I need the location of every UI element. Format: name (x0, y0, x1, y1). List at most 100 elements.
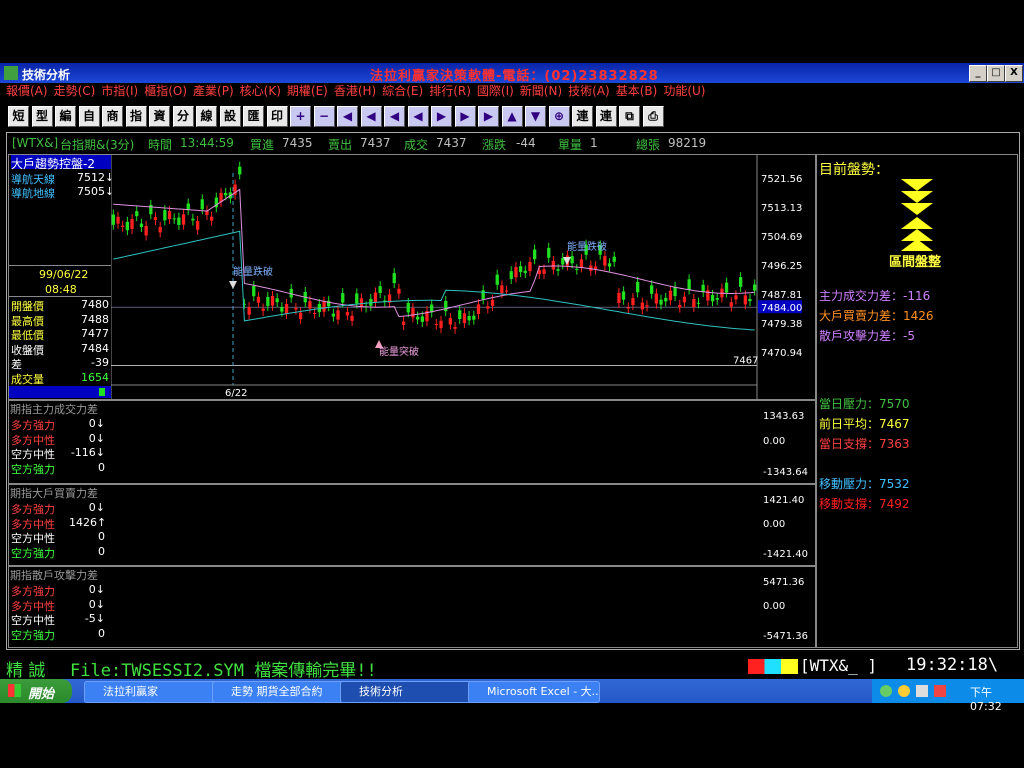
task-winner[interactable]: 法拉利贏家 (84, 681, 224, 703)
date-mark: 6/22 (225, 388, 247, 399)
menu-item[interactable]: 市指(I) (101, 83, 138, 100)
sub-row-value: 0↓ (88, 431, 105, 445)
sub-row-value: 0↓ (88, 501, 105, 514)
sub-axis-label: 0.00 (763, 436, 786, 447)
menu-item[interactable]: 功能(U) (663, 83, 705, 100)
menu-item[interactable]: 核心(K) (240, 83, 281, 100)
volume-icon[interactable] (916, 685, 928, 697)
toolbar-button[interactable]: 型 (31, 106, 53, 127)
toolbar-button[interactable]: 匯 (243, 106, 264, 127)
candle-body (256, 296, 261, 303)
candle-body (444, 300, 448, 312)
down-arrow-icon (229, 281, 237, 289)
candle-body (542, 269, 546, 274)
toolbar-button[interactable]: 資 (149, 106, 170, 127)
candle-body (308, 301, 312, 309)
toolbar-button[interactable]: ⧉ (619, 106, 640, 127)
toolbar-button[interactable]: ▶ (454, 106, 476, 127)
toolbar-button[interactable]: 線 (196, 106, 217, 127)
menu-item[interactable]: 基本(B) (616, 83, 658, 100)
indicator-title[interactable]: 大戶趨勢控盤-2 (11, 155, 111, 171)
level-item: 前日平均：7467 (819, 417, 910, 431)
sub-indicator-title[interactable]: 期指主力成交力差 (10, 401, 98, 417)
toolbar-button[interactable]: 分 (172, 106, 194, 127)
toolbar-button[interactable]: 連 (595, 106, 617, 127)
quote-value: 7488 (81, 312, 109, 326)
menu-item[interactable]: 櫃指(O) (144, 83, 187, 100)
toolbar-button[interactable]: 自 (78, 106, 100, 127)
status-symbol[interactable]: [WTX&_ ] (800, 656, 877, 675)
tray-icon[interactable] (880, 685, 892, 697)
toolbar-button[interactable]: ▶ (431, 106, 452, 127)
menu-item[interactable]: 報價(A) (6, 83, 48, 100)
toolbar-button[interactable]: ◀ (384, 106, 405, 127)
maximize-button[interactable]: □ (987, 65, 1005, 82)
candle-body (298, 312, 303, 320)
quote-value: 7477 (81, 327, 109, 340)
menu-item[interactable]: 香港(H) (334, 83, 376, 100)
candle-body (345, 312, 350, 316)
toolbar-button[interactable]: ▼ (525, 106, 546, 127)
candle-body (668, 290, 673, 301)
toolbar-button[interactable]: − (313, 106, 335, 127)
candle-body (135, 211, 139, 217)
menu-item[interactable]: 期權(E) (287, 83, 328, 100)
candle-body (406, 302, 410, 313)
big-trader-panel: 期指大戶買賣力差 多方強力 0↓ 多方中性 1426↑ 空方中性 0 空方強力 0 1421.40… (8, 484, 816, 566)
toolbar-button[interactable]: ◀ (337, 106, 358, 127)
toolbar-button[interactable]: ◀ (360, 106, 382, 127)
candle-body (401, 321, 406, 325)
menu-item[interactable]: 綜合(E) (382, 83, 423, 100)
toolbar-button[interactable]: ⊕ (548, 106, 570, 127)
annotation: 能量突破 (379, 345, 419, 358)
menu-item[interactable]: 新聞(N) (520, 83, 562, 100)
candle-body (486, 306, 490, 309)
toolbar-button[interactable]: ▲ (501, 106, 523, 127)
sub-row-value: 0 (98, 544, 105, 558)
system-tray: 下午 07:32 (872, 679, 1024, 713)
minimize-button[interactable]: _ (969, 65, 987, 82)
windows-logo-icon (8, 684, 21, 697)
task-excel[interactable]: Microsoft Excel - 大... (468, 681, 600, 703)
price-axis-label: 7504.69 (761, 232, 802, 243)
toolbar-button[interactable]: 連 (572, 106, 593, 127)
toolbar-button[interactable]: ◀ (407, 106, 429, 127)
tray-icon[interactable] (898, 685, 910, 697)
candle-body (191, 218, 195, 221)
toolbar-button[interactable]: 印 (266, 106, 288, 127)
toolbar-button[interactable]: 編 (55, 106, 76, 127)
menu-item[interactable]: 產業(P) (193, 83, 234, 100)
task-futures[interactable]: 走勢 期貨全部合約 (212, 681, 344, 703)
candle-body (551, 260, 555, 270)
close-button[interactable]: X (1005, 65, 1023, 82)
candle-body (462, 313, 467, 324)
toolbar-button[interactable]: 商 (102, 106, 123, 127)
candle-body (710, 295, 715, 302)
start-button[interactable]: 開始 (0, 679, 72, 703)
sub-indicator-title[interactable]: 期指散戶攻擊力差 (10, 567, 98, 583)
menu-item[interactable]: 排行(R) (429, 83, 471, 100)
menu-item[interactable]: 技術(A) (568, 83, 610, 100)
tray-icon[interactable] (934, 685, 946, 697)
price-axis-label: 7479.38 (761, 319, 802, 330)
candle-body (509, 271, 513, 279)
toolbar-button[interactable]: 指 (125, 106, 147, 127)
menu-bar: 報價(A) 走勢(C) 市指(I) 櫃指(O) 產業(P) 核心(K) 期權(E) 香港(H)… (0, 83, 1024, 100)
force-item: 散戶攻擊力差：-5 (819, 329, 915, 343)
toolbar-button[interactable]: ⎙ (642, 106, 664, 127)
toolbar-button[interactable]: 設 (219, 106, 241, 127)
toolbar-button[interactable]: 短 (8, 106, 29, 127)
scroll-indicator[interactable] (9, 386, 111, 398)
candle-body (261, 308, 265, 311)
toolbar-button[interactable]: ▶ (478, 106, 499, 127)
menu-item[interactable]: 走勢(C) (54, 83, 96, 100)
candle-body (144, 225, 148, 236)
toolbar-button[interactable]: + (290, 106, 311, 127)
sub-indicator-title[interactable]: 期指大戶買賣力差 (10, 485, 98, 501)
candle-body (200, 199, 204, 210)
menu-item[interactable]: 國際(I) (477, 83, 514, 100)
candle-body (392, 273, 396, 284)
candle-body (313, 313, 317, 314)
task-tech-analysis[interactable]: 技術分析 (340, 681, 472, 703)
price-chart[interactable]: 能量跌破能量跌破能量突破7521.567513.137504.697496.25… (111, 155, 815, 399)
